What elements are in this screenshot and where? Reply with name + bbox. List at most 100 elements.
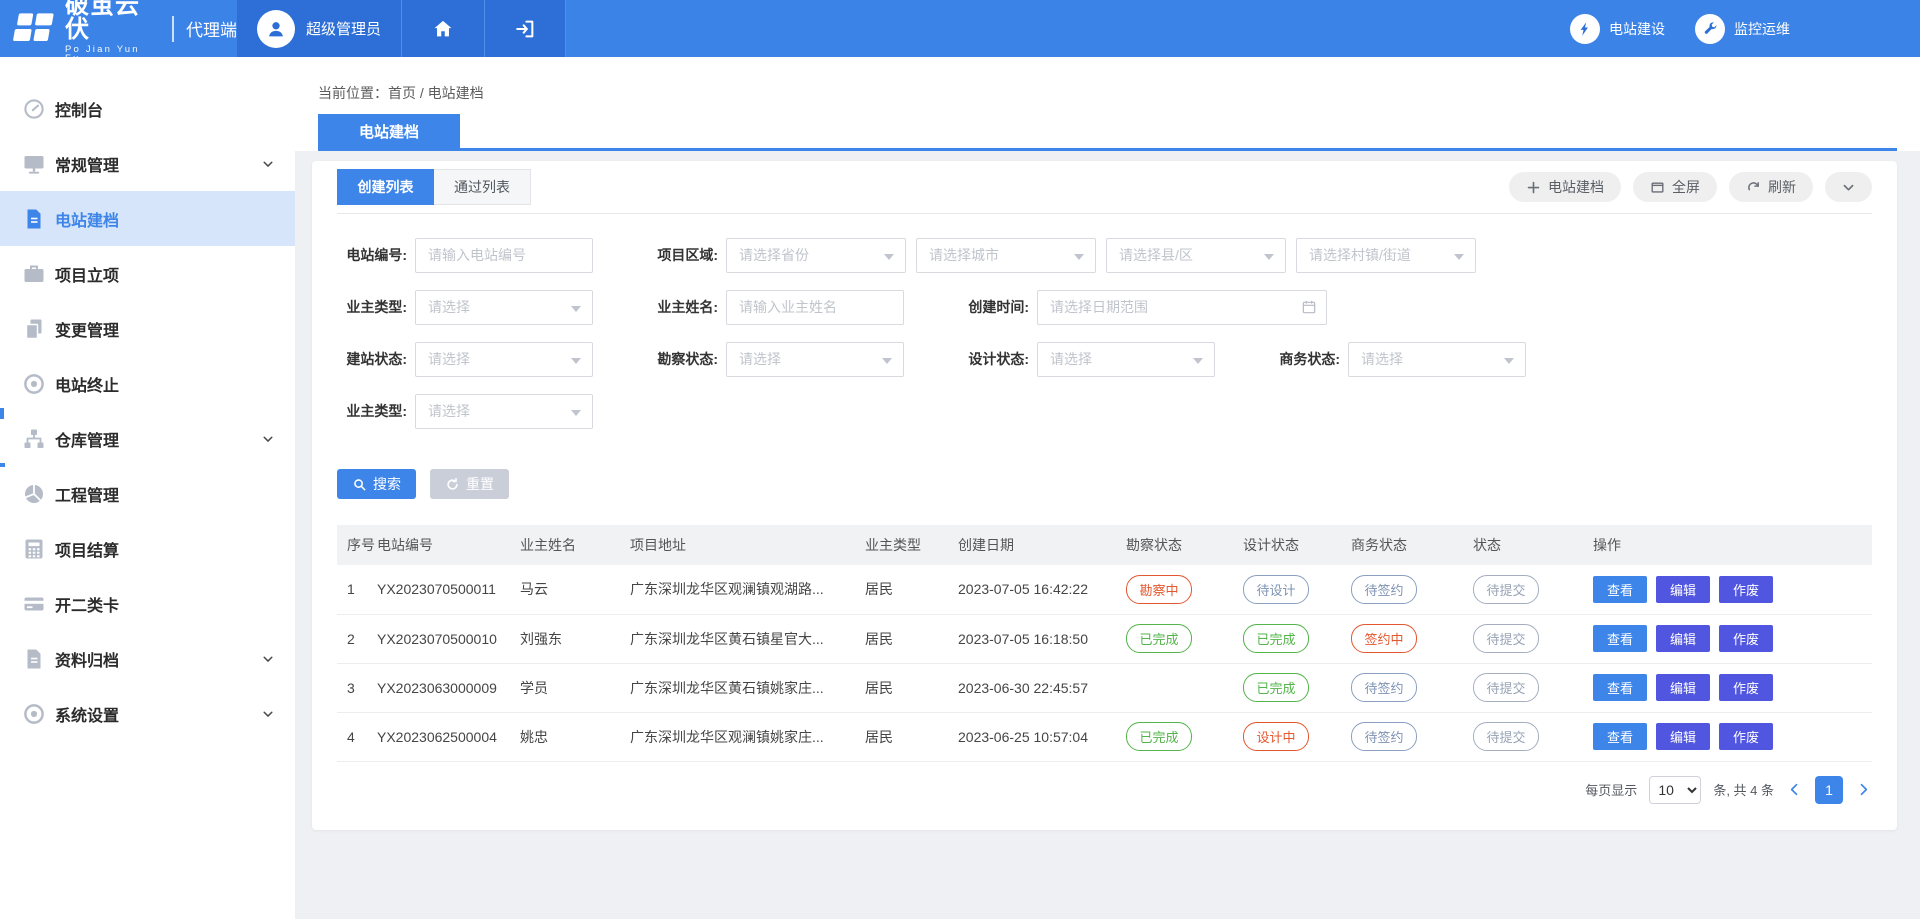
design-status-select[interactable]: 请选择 (1037, 342, 1215, 377)
nav-monitor-ops[interactable]: 监控运维 (1695, 14, 1790, 44)
scrollbar-mark (0, 408, 4, 419)
survey-status-select[interactable]: 请选择 (726, 342, 904, 377)
prev-page-button[interactable] (1786, 781, 1803, 798)
sidebar-item-engineering-management[interactable]: 工程管理 (0, 466, 295, 521)
sidebar-item-station-termination[interactable]: 电站终止 (0, 356, 295, 411)
bolt-icon (1570, 14, 1600, 44)
edit-button[interactable]: 编辑 (1656, 576, 1710, 603)
cell-status: 待提交 (1473, 565, 1593, 614)
sidebar-item-console[interactable]: 控制台 (0, 81, 295, 136)
search-icon (352, 477, 367, 492)
owner-name-filter-group: 业主姓名: 请输入业主姓名 (648, 290, 904, 325)
home-button[interactable] (402, 0, 485, 57)
next-page-button[interactable] (1855, 781, 1872, 798)
tab-create-list[interactable]: 创建列表 (337, 169, 434, 205)
logout-button[interactable] (485, 0, 566, 57)
column-header-status: 状态 (1473, 525, 1593, 565)
void-button[interactable]: 作废 (1719, 576, 1773, 603)
build-status-select[interactable]: 请选择 (415, 342, 593, 377)
reset-button[interactable]: 重置 (430, 469, 509, 499)
view-button[interactable]: 查看 (1593, 723, 1647, 750)
chevron-down-icon (1841, 180, 1856, 195)
chevron-down-icon (261, 652, 275, 666)
owner-type-filter-label: 业主类型: (337, 297, 407, 317)
cell-design: 待设计 (1243, 565, 1351, 614)
search-button[interactable]: 搜索 (337, 469, 416, 499)
view-button[interactable]: 查看 (1593, 625, 1647, 652)
sidebar-item-label: 工程管理 (55, 482, 119, 506)
create-time-date-input[interactable]: 请选择日期范围 (1037, 290, 1327, 325)
cell-created: 2023-06-25 10:57:04 (958, 712, 1126, 761)
cell-no: 1 (337, 565, 377, 614)
owner-name-input[interactable]: 请输入业主姓名 (726, 290, 904, 325)
cell-created: 2023-06-30 22:45:57 (958, 663, 1126, 712)
cell-survey: 已完成 (1126, 712, 1243, 761)
edit-button[interactable]: 编辑 (1656, 674, 1710, 701)
nav-station-build[interactable]: 电站建设 (1570, 14, 1665, 44)
breadcrumb-home-link[interactable]: 首页 (388, 85, 416, 101)
refresh-button-label: 刷新 (1768, 177, 1796, 197)
total-count-label: 条, 共 4 条 (1713, 780, 1774, 799)
view-button[interactable]: 查看 (1593, 674, 1647, 701)
void-button[interactable]: 作废 (1719, 674, 1773, 701)
placeholder-text: 请选择 (1361, 349, 1403, 369)
sidebar-item-second-class-card[interactable]: 开二类卡 (0, 576, 295, 631)
region-city-select[interactable]: 请选择城市 (916, 238, 1096, 273)
business-status-select[interactable]: 请选择 (1348, 342, 1526, 377)
cell-survey (1126, 663, 1243, 712)
edit-button[interactable]: 编辑 (1656, 723, 1710, 750)
sidebar-item-label: 资料归档 (55, 647, 119, 671)
cell-design: 已完成 (1243, 663, 1351, 712)
cell-status: 待提交 (1473, 614, 1593, 663)
per-page-select[interactable]: 10 (1649, 776, 1701, 804)
filter-row: 业主类型:请选择 (337, 385, 1872, 437)
build-status-filter-group: 建站状态:请选择 (337, 342, 593, 377)
sidebar-item-general-management[interactable]: 常规管理 (0, 136, 295, 191)
void-button[interactable]: 作废 (1719, 723, 1773, 750)
card-icon (22, 592, 46, 616)
cell-created: 2023-07-05 16:42:22 (958, 565, 1126, 614)
cell-code: YX2023070500011 (377, 565, 520, 614)
collapse-button[interactable] (1825, 172, 1872, 202)
owner-name-filter-label: 业主姓名: (648, 297, 718, 317)
status-badge: 勘察中 (1126, 575, 1192, 604)
station-code-input[interactable]: 请输入电站编号 (415, 238, 593, 273)
fullscreen-icon (1650, 180, 1665, 195)
page-number-button[interactable]: 1 (1815, 776, 1843, 804)
sidebar-item-project-settlement[interactable]: 项目结算 (0, 521, 295, 576)
station-code-filter-label: 电站编号: (337, 245, 407, 265)
column-header-type: 业主类型 (865, 525, 958, 565)
owner-type-select[interactable]: 请选择 (415, 290, 593, 325)
sidebar-item-system-settings[interactable]: 系统设置 (0, 686, 295, 741)
cell-address: 广东深圳龙华区观澜镇姚家庄... (630, 712, 865, 761)
region-village-select[interactable]: 请选择村镇/街道 (1296, 238, 1476, 273)
owner-type-2-select[interactable]: 请选择 (415, 394, 593, 429)
column-header-no: 序号 (337, 525, 377, 565)
column-header-owner: 业主姓名 (520, 525, 630, 565)
sidebar-item-data-archive[interactable]: 资料归档 (0, 631, 295, 686)
sidebar-item-change-management[interactable]: 变更管理 (0, 301, 295, 356)
column-header-business: 商务状态 (1351, 525, 1473, 565)
page-tab[interactable]: 电站建档 (318, 114, 460, 148)
breadcrumb-separator: / (420, 85, 424, 101)
station-filing-add-button[interactable]: 电站建档 (1509, 172, 1621, 202)
region-province-select[interactable]: 请选择省份 (726, 238, 906, 273)
cell-survey: 已完成 (1126, 614, 1243, 663)
view-button[interactable]: 查看 (1593, 576, 1647, 603)
sidebar-item-project-initiation[interactable]: 项目立项 (0, 246, 295, 301)
fullscreen-button[interactable]: 全屏 (1633, 172, 1717, 202)
cell-owner: 刘强东 (520, 614, 630, 663)
region-county-select[interactable]: 请选择县/区 (1106, 238, 1286, 273)
cell-code: YX2023070500010 (377, 614, 520, 663)
user-menu[interactable]: 超级管理员 (237, 0, 402, 57)
tab-passed-list[interactable]: 通过列表 (434, 169, 531, 205)
sidebar-item-station-filing[interactable]: 电站建档 (0, 191, 295, 246)
void-button[interactable]: 作废 (1719, 625, 1773, 652)
sidebar-item-warehouse-management[interactable]: 仓库管理 (0, 411, 295, 466)
placeholder-text: 请输入业主姓名 (739, 297, 837, 317)
column-header-created: 创建日期 (958, 525, 1126, 565)
refresh-button[interactable]: 刷新 (1729, 172, 1813, 202)
edit-button[interactable]: 编辑 (1656, 625, 1710, 652)
logout-icon (514, 18, 536, 40)
placeholder-text: 请选择 (739, 349, 781, 369)
